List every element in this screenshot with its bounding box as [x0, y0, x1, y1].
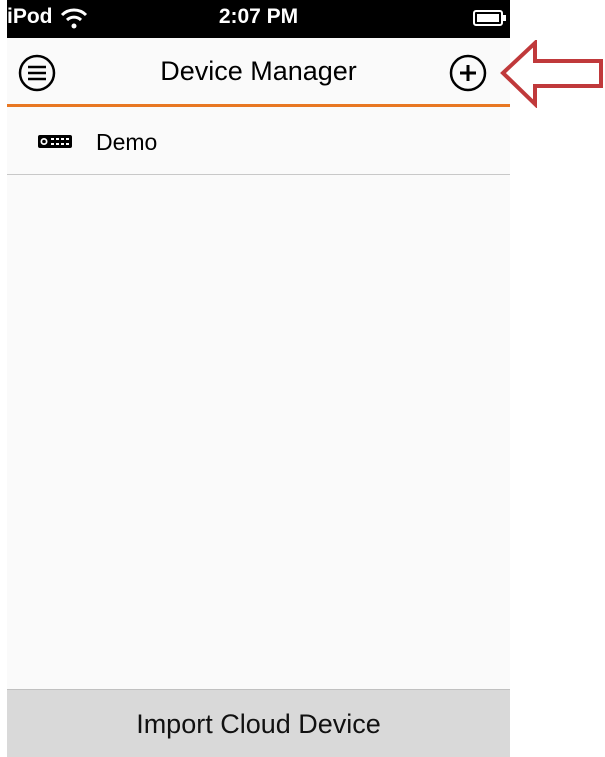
- device-name: Demo: [96, 129, 158, 155]
- add-icon[interactable]: [448, 53, 488, 93]
- list-item-device[interactable]: Demo: [7, 107, 510, 175]
- device-list: Demo: [7, 107, 510, 175]
- status-bar: iPod 2:07 PM: [7, 0, 510, 38]
- app-screen: iPod 2:07 PM Device Manager Demo Import …: [7, 0, 510, 757]
- page-title: Device Manager: [160, 56, 357, 86]
- projector-icon: [38, 135, 72, 148]
- import-cloud-device-button[interactable]: Import Cloud Device: [7, 689, 510, 757]
- nav-bar: Device Manager: [7, 38, 510, 107]
- callout-arrow-icon: [500, 40, 603, 108]
- battery-icon: [473, 10, 506, 26]
- status-time: 2:07 PM: [218, 5, 299, 28]
